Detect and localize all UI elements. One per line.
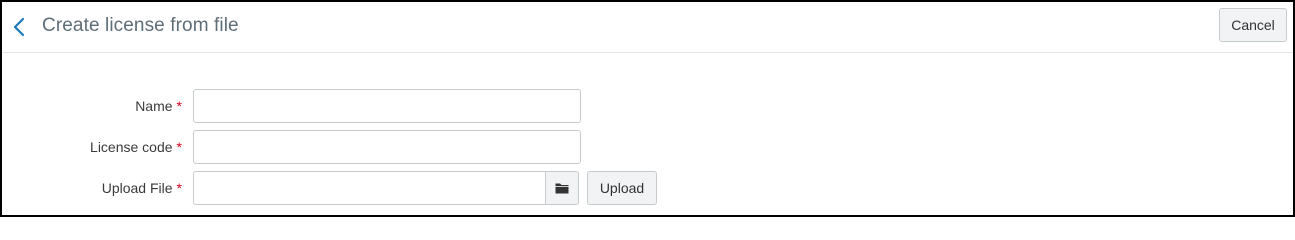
form-row-license-code: License code * (2, 130, 702, 164)
page-title: Create license from file (42, 15, 239, 36)
browse-file-button[interactable] (545, 171, 579, 205)
license-code-label-text: License code (90, 139, 173, 155)
name-label: Name * (2, 89, 182, 123)
folder-icon (555, 183, 569, 194)
upload-file-input[interactable] (193, 171, 545, 205)
license-code-label: License code * (2, 130, 182, 164)
required-marker: * (176, 180, 182, 196)
page-header: Create license from file Cancel (2, 2, 1293, 53)
name-input[interactable] (193, 89, 581, 123)
upload-file-label-text: Upload File (101, 180, 173, 196)
name-label-text: Name (135, 98, 173, 114)
form-row-name: Name * (2, 89, 702, 123)
back-button[interactable] (8, 14, 30, 40)
required-marker: * (176, 139, 182, 155)
license-code-input[interactable] (193, 130, 581, 164)
form-row-upload-file: Upload File * Upload (2, 171, 702, 205)
cancel-button[interactable]: Cancel (1219, 8, 1287, 42)
chevron-left-icon (13, 17, 25, 37)
required-marker: * (176, 98, 182, 114)
upload-button[interactable]: Upload (587, 171, 657, 205)
page-frame: Create license from file Cancel Name * Li… (0, 0, 1295, 217)
upload-file-label: Upload File * (2, 171, 182, 205)
